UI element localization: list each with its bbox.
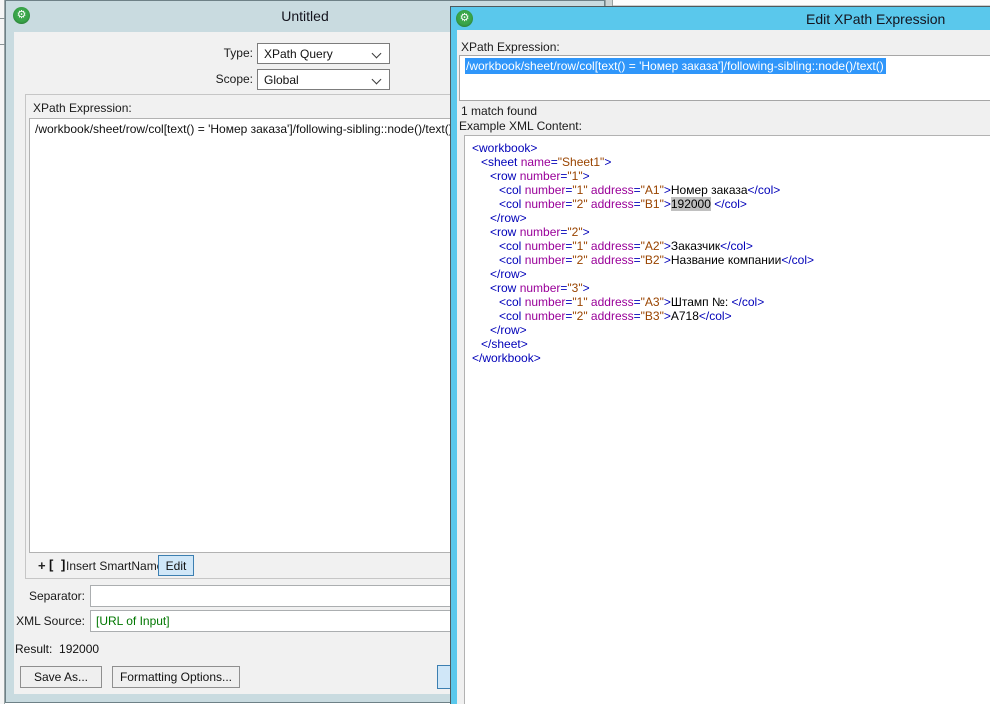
- xml-line: <col number="2" address="B3">A718</col>: [472, 309, 990, 323]
- result-line: Result: 192000: [15, 642, 99, 656]
- scope-dropdown[interactable]: Global: [257, 69, 390, 90]
- xml-content: <workbook><sheet name="Sheet1"><row numb…: [465, 136, 990, 365]
- plus-icon[interactable]: +: [38, 558, 46, 573]
- scope-dropdown-value: Global: [264, 73, 299, 87]
- separator-label: Separator:: [14, 589, 85, 603]
- edit-xpath-dialog: ⚙ Edit XPath Expression XPath Expression…: [450, 6, 990, 704]
- example-xml-box[interactable]: <workbook><sheet name="Sheet1"><row numb…: [464, 135, 990, 704]
- formatting-options-button[interactable]: Formatting Options...: [112, 666, 240, 688]
- match-status: 1 match found: [461, 104, 537, 118]
- xml-line: </row>: [472, 267, 990, 281]
- insert-smartname-label[interactable]: Insert SmartName: [66, 559, 163, 573]
- xml-line: <col number="1" address="A3">Штамп №: </…: [472, 295, 990, 309]
- xml-line: </workbook>: [472, 351, 990, 365]
- xpath-expression-label: XPath Expression:: [461, 40, 560, 54]
- edit-xpath-titlebar[interactable]: ⚙ Edit XPath Expression: [451, 7, 990, 30]
- xml-line: </row>: [472, 323, 990, 337]
- chevron-down-icon: [372, 49, 382, 59]
- type-dropdown-value: XPath Query: [264, 47, 333, 61]
- save-as-button[interactable]: Save As...: [20, 666, 102, 688]
- xml-source-label: XML Source:: [14, 614, 85, 628]
- xml-line: <row number="3">: [472, 281, 990, 295]
- window-title: Edit XPath Expression: [806, 11, 945, 27]
- xml-line: <col number="2" address="B1">192000 </co…: [472, 197, 990, 211]
- edit-xpath-dialog-body: XPath Expression: /workbook/sheet/row/co…: [457, 30, 990, 704]
- chevron-down-icon: [372, 75, 382, 85]
- smartname-brackets-icon[interactable]: [ ]: [49, 557, 67, 572]
- xpath-expression-textarea[interactable]: /workbook/sheet/row/col[text() = 'Номер …: [459, 55, 990, 101]
- selected-xpath-text: /workbook/sheet/row/col[text() = 'Номер …: [465, 58, 886, 74]
- xml-line: <col number="1" address="A2">Заказчик</c…: [472, 239, 990, 253]
- xml-source-smartname-token: [URL of Input]: [96, 614, 170, 628]
- gear-icon: ⚙: [456, 10, 473, 27]
- desktop: ⚙ Untitled Type: XPath Query Scope: Glob…: [0, 0, 990, 704]
- xpath-expression-text: /workbook/sheet/row/col[text() = 'Номер …: [35, 122, 453, 136]
- xml-line: </row>: [472, 211, 990, 225]
- example-xml-label: Example XML Content:: [459, 119, 582, 133]
- xml-line: <col number="2" address="B2">Название ко…: [472, 253, 990, 267]
- type-label: Type:: [153, 46, 253, 60]
- xpath-expression-label: XPath Expression:: [33, 101, 132, 115]
- xml-line: <sheet name="Sheet1">: [472, 155, 990, 169]
- type-dropdown[interactable]: XPath Query: [257, 43, 390, 64]
- scope-label: Scope:: [153, 72, 253, 86]
- xml-line: </sheet>: [472, 337, 990, 351]
- xml-line: <col number="1" address="A1">Номер заказ…: [472, 183, 990, 197]
- xml-line: <row number="2">: [472, 225, 990, 239]
- result-label: Result:: [15, 642, 52, 656]
- edit-button[interactable]: Edit: [158, 555, 194, 576]
- xml-line: <row number="1">: [472, 169, 990, 183]
- xml-line: <workbook>: [472, 141, 990, 155]
- result-value: 192000: [59, 642, 99, 656]
